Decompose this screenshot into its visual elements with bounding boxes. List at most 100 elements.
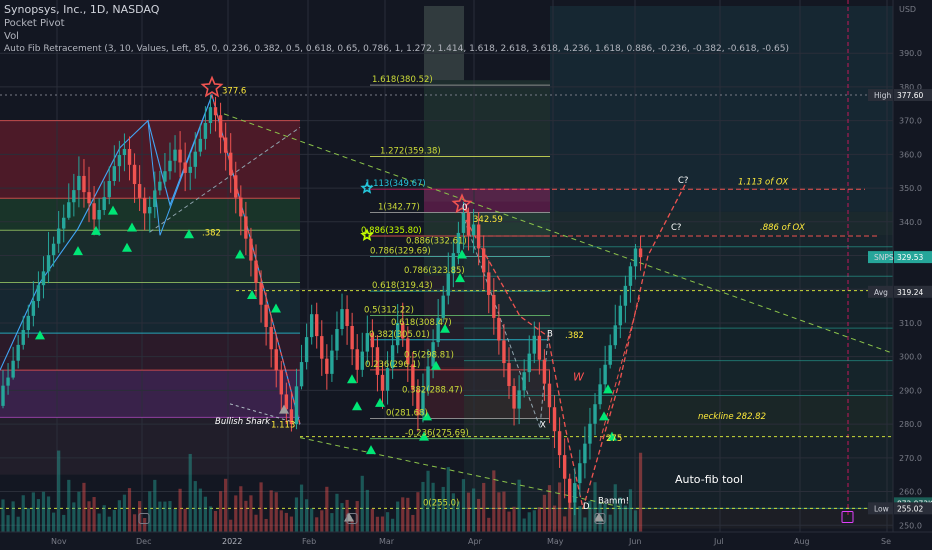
fib-zone xyxy=(0,333,300,371)
volume-bar xyxy=(466,492,471,532)
candle-body xyxy=(279,370,283,395)
time-tick-label: Feb xyxy=(302,537,316,546)
indicator-auto-fib[interactable]: Auto Fib Retracement (3, 10, Values, Lef… xyxy=(4,44,789,54)
fib-label-secondary: 0.786(323.85) xyxy=(404,266,465,276)
price-tick-label: 360.0 xyxy=(899,150,922,159)
volume-bar xyxy=(623,505,627,532)
time-tick-label: Mar xyxy=(379,537,395,546)
volume-bar xyxy=(46,496,51,532)
candle-body xyxy=(335,329,339,351)
volume-bar xyxy=(401,497,405,532)
volume-bar xyxy=(234,495,238,532)
price-tick-label: 350.0 xyxy=(899,184,922,193)
candle-body xyxy=(249,238,253,261)
candle-body xyxy=(178,149,182,163)
candle-body xyxy=(56,228,61,244)
candle-body xyxy=(51,243,56,256)
candle-body xyxy=(547,383,552,408)
volume-bar xyxy=(330,513,334,532)
price-tick-label: 250.0 xyxy=(899,521,922,530)
candle-body xyxy=(623,285,628,306)
volume-bar xyxy=(203,496,207,532)
candle-body xyxy=(82,175,86,193)
volume-bar xyxy=(299,484,304,532)
price-tick-label: 260.0 xyxy=(899,488,922,497)
candle-body xyxy=(476,224,481,249)
candle-body xyxy=(593,404,597,424)
fib-zone xyxy=(464,291,893,361)
volume-bar xyxy=(127,488,132,532)
fib-zone xyxy=(0,370,300,418)
volume-bar xyxy=(375,516,380,532)
volume-bar xyxy=(239,486,243,532)
volume-bar xyxy=(67,479,71,532)
volume-bar xyxy=(82,482,86,532)
volume-bar xyxy=(370,508,374,532)
volume-bar xyxy=(396,501,400,532)
chart-annotation: 1.113 of OX xyxy=(738,178,788,188)
volume-bar xyxy=(497,492,501,532)
volume-bar xyxy=(608,514,612,532)
candle-body xyxy=(41,271,46,286)
volume-bar xyxy=(224,478,228,532)
time-tick-label: Se xyxy=(881,537,891,546)
volume-bar xyxy=(1,499,5,532)
candle-body xyxy=(320,336,324,359)
candle-body xyxy=(340,309,344,330)
candle-body xyxy=(608,345,612,365)
volume-bar xyxy=(532,510,536,532)
indicator-volume[interactable]: Vol xyxy=(4,31,19,42)
candle-body xyxy=(497,317,501,341)
volume-bar xyxy=(406,497,410,532)
volume-bar xyxy=(583,517,587,532)
candle-body xyxy=(46,255,51,272)
volume-bar xyxy=(188,453,192,532)
volume-bar xyxy=(107,516,111,532)
chart-annotation: W xyxy=(573,370,585,383)
candle-body xyxy=(264,304,268,327)
volume-bar xyxy=(229,519,233,532)
fib-label-secondary: 0.886(332.61) xyxy=(406,237,467,247)
indicator-pocket-pivot[interactable]: Pocket Pivot xyxy=(4,18,65,29)
candle-body xyxy=(294,386,299,425)
fib-label: 1(342.77) xyxy=(378,202,420,212)
volume-bar xyxy=(269,490,273,532)
volume-bar xyxy=(411,514,415,532)
candle-body xyxy=(67,202,71,218)
price-tick-label: 290.0 xyxy=(899,386,922,395)
chart-annotation: .382 xyxy=(565,331,584,341)
time-tick-label: 2022 xyxy=(222,537,242,546)
volume-bar xyxy=(244,500,248,532)
candle-body xyxy=(562,455,567,479)
candle-body xyxy=(127,148,132,165)
volume-bar xyxy=(11,501,15,532)
volume-bar xyxy=(36,499,41,532)
fib-label-secondary: 0(255.0) xyxy=(423,498,459,508)
volume-bar xyxy=(122,494,127,532)
volume-bar xyxy=(537,507,541,532)
volume-bar xyxy=(143,517,147,532)
candle-body xyxy=(522,372,526,391)
candle-body xyxy=(229,152,233,176)
chart-annotation: 377.6 xyxy=(222,87,246,97)
volume-bar xyxy=(477,498,481,532)
candle-body xyxy=(203,123,208,139)
price-chart[interactable]: 1.618(380.52) 1.272(359.38) 1.113(349.67) 1… xyxy=(0,0,932,550)
volume-bar xyxy=(62,514,66,532)
candle-body xyxy=(355,349,359,370)
time-axis[interactable]: Nov Dec 2022 Feb Mar Apr May Jun Jul Aug Se xyxy=(0,531,932,550)
candle-body xyxy=(173,149,177,161)
chart-annotation: neckline 282.82 xyxy=(698,412,766,422)
price-tag-name: SNPS xyxy=(874,253,894,262)
volume-bar xyxy=(380,516,385,532)
candle-body xyxy=(107,180,111,198)
candle-body xyxy=(517,390,521,409)
volume-bar xyxy=(335,493,339,532)
volume-bar xyxy=(325,486,329,532)
volume-bar xyxy=(284,512,288,532)
candle-body xyxy=(330,350,334,374)
fib-label-secondary: 0.382(288.47) xyxy=(402,386,463,396)
volume-bar xyxy=(173,508,177,532)
fib-label: 0(281.68) xyxy=(386,408,428,418)
time-tick-label: Dec xyxy=(136,537,151,546)
